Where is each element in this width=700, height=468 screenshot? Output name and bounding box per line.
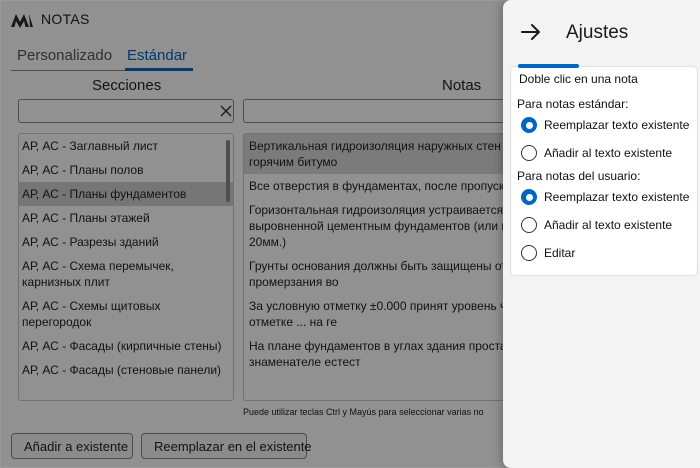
radio-checked-icon[interactable] (521, 117, 537, 133)
user-notes-label: Para notas del usuario: (517, 169, 641, 183)
user-replace-option[interactable]: Reemplazar texto existente (521, 187, 689, 207)
radio-label: Añadir al texto existente (544, 218, 673, 232)
radio-label: Reemplazar texto existente (544, 118, 690, 132)
standard-append-option[interactable]: Añadir al texto existente (521, 143, 672, 163)
double-click-label: Doble clic en una nota (519, 72, 638, 86)
settings-accent-bar (518, 64, 579, 68)
settings-card: Doble clic en una nota Para notas estánd… (510, 66, 698, 276)
arrow-right-icon[interactable] (519, 20, 543, 44)
radio-unchecked-icon[interactable] (521, 245, 537, 261)
radio-label: Añadir al texto existente (544, 146, 673, 160)
settings-panel: Ajustes Doble clic en una nota Para nota… (503, 0, 700, 468)
standard-notes-label: Para notas estándar: (517, 97, 629, 111)
radio-checked-icon[interactable] (521, 189, 537, 205)
radio-label: Reemplazar texto existente (544, 190, 690, 204)
user-append-option[interactable]: Añadir al texto existente (521, 215, 672, 235)
radio-label: Editar (544, 246, 576, 260)
radio-unchecked-icon[interactable] (521, 145, 537, 161)
settings-title: Ajustes (566, 22, 629, 43)
standard-replace-option[interactable]: Reemplazar texto existente (521, 115, 689, 135)
user-edit-option[interactable]: Editar (521, 243, 575, 263)
radio-unchecked-icon[interactable] (521, 217, 537, 233)
